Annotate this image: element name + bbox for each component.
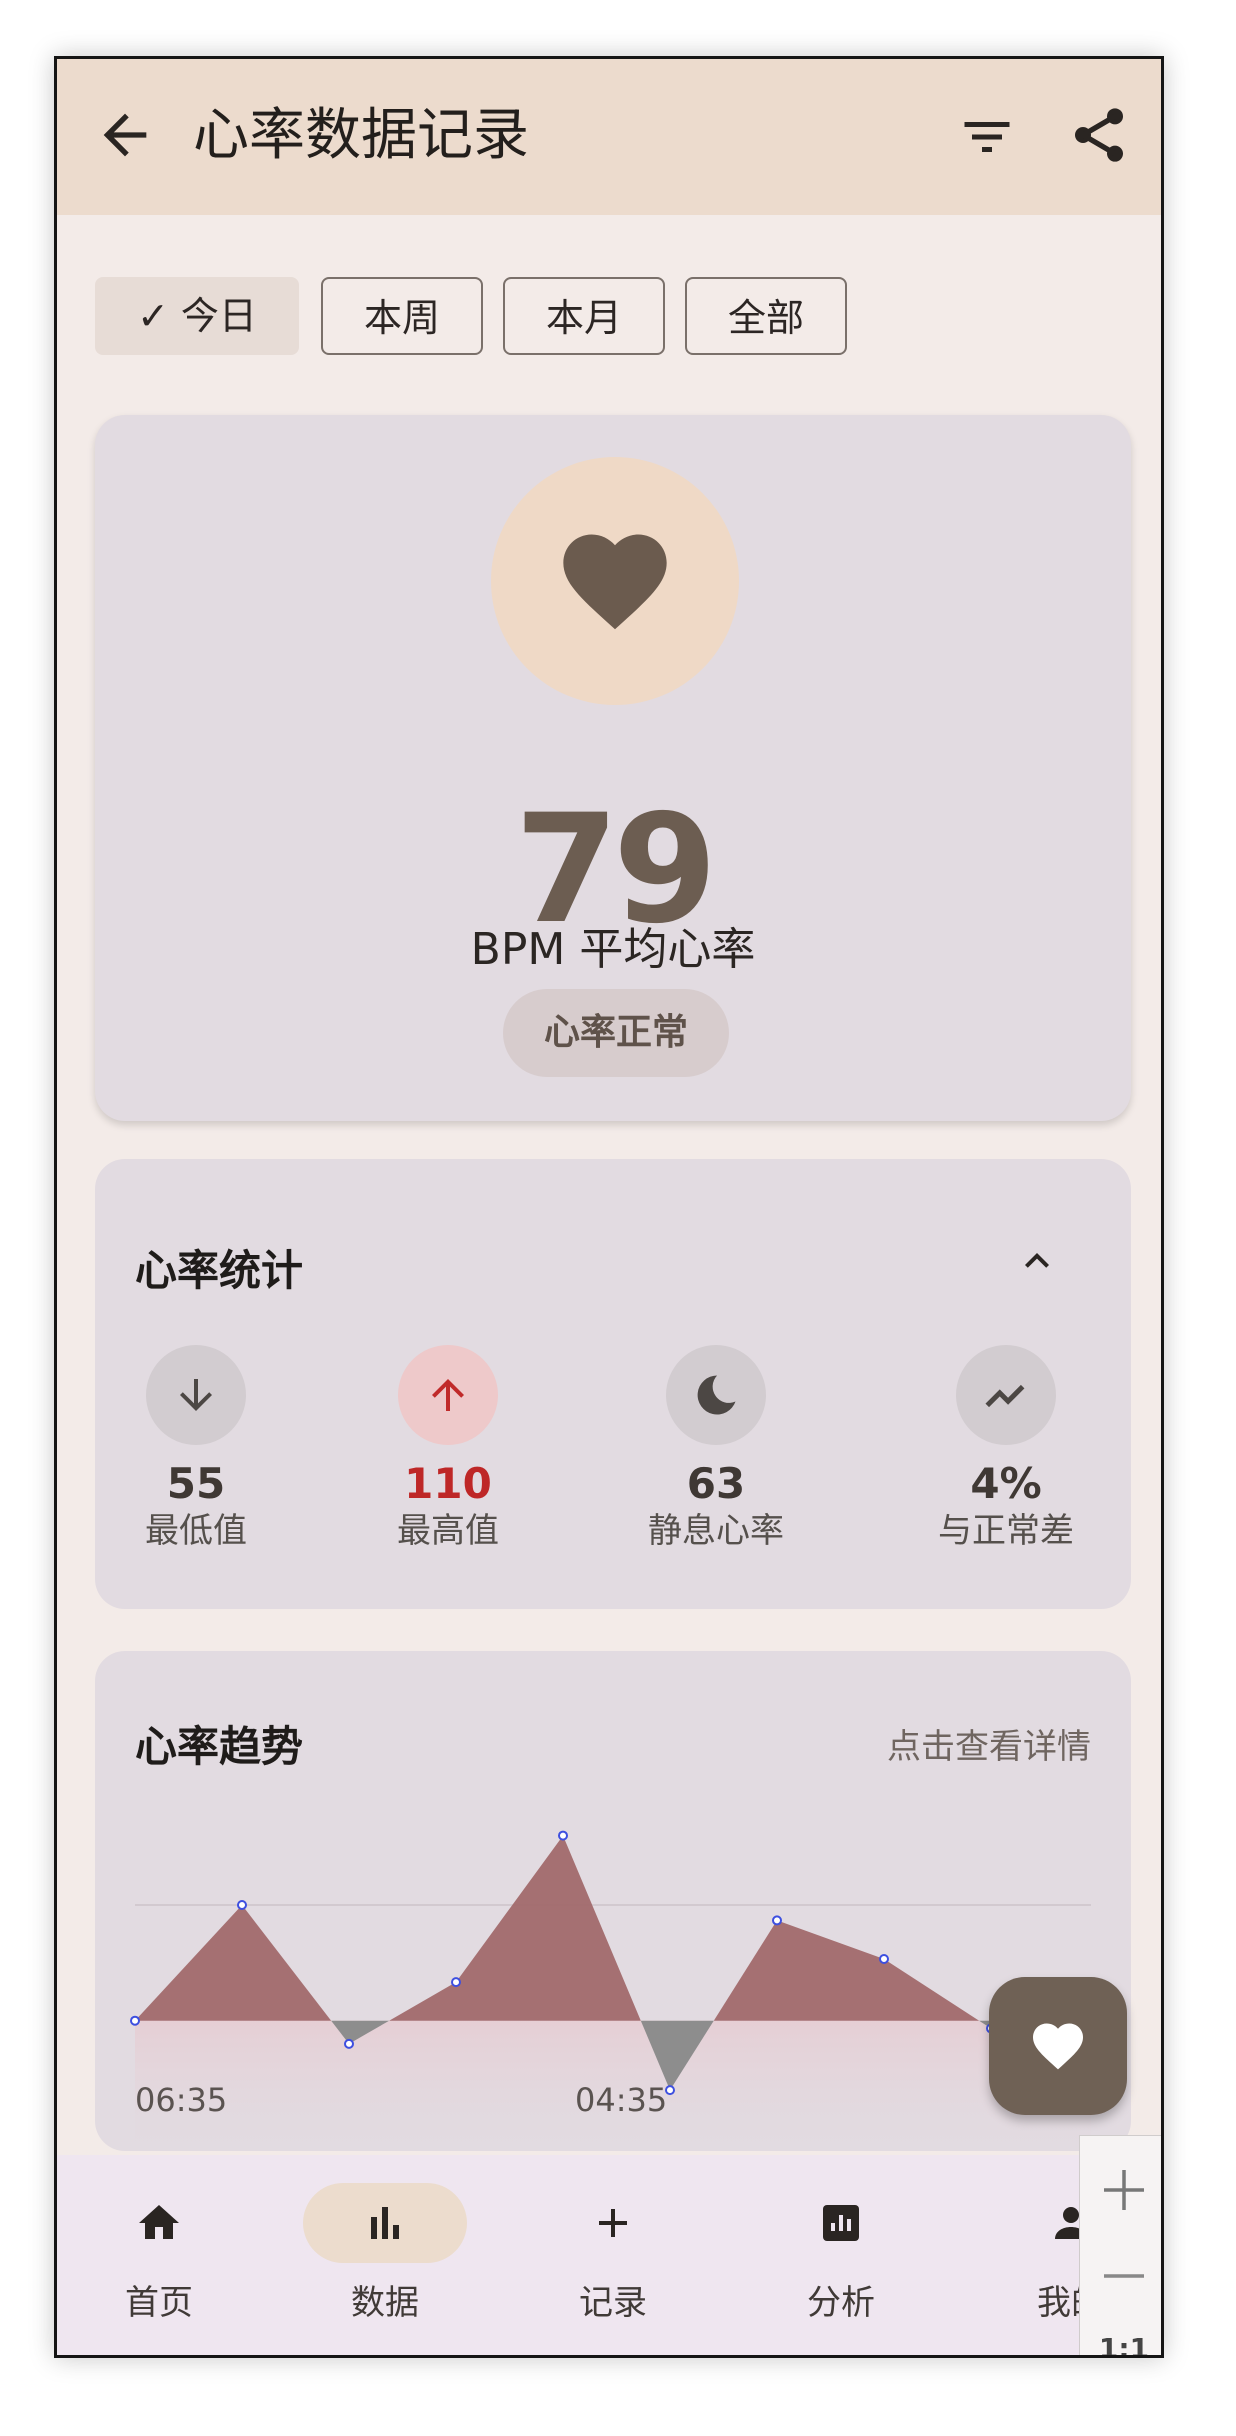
stats-title: 心率统计 xyxy=(135,1246,304,1295)
status-badge: 心率正常 xyxy=(503,989,729,1077)
moon-icon xyxy=(666,1345,766,1445)
area-above-0 xyxy=(135,1905,332,2021)
heart-rate-stats-card: 心率统计 55 最低值 110 最高值 63 静息心率 4% 与正常差 xyxy=(95,1159,1131,1609)
x-tick-label-1: 04:35 xyxy=(575,2081,667,2119)
app-screen: 心率数据记录 ✓ 今日 本周 本月 全部 79 BPM 平均心率 心率正常 心率… xyxy=(54,56,1164,2358)
stat-max-label: 最高值 xyxy=(397,1511,499,1551)
trend-chart[interactable]: 06:35 04:35 xyxy=(95,1651,1131,2151)
nav-data-label: 数据 xyxy=(351,2283,419,2323)
nav-analysis-label: 分析 xyxy=(807,2283,875,2323)
zoom-control: 1:1 xyxy=(1079,2135,1161,2358)
chevron-up-icon[interactable] xyxy=(1013,1237,1061,1285)
stat-deviation-value: 4% xyxy=(970,1459,1042,1508)
zoom-in-icon[interactable] xyxy=(1094,2160,1154,2220)
zoom-out-icon[interactable] xyxy=(1094,2246,1154,2306)
average-heart-rate-card: 79 BPM 平均心率 心率正常 xyxy=(95,415,1131,1121)
page-title: 心率数据记录 xyxy=(193,103,529,168)
plus-icon xyxy=(599,2209,627,2237)
bottom-navigation: 首页 数据 记录 分析 我的 xyxy=(57,2155,1161,2355)
arrow-down-icon xyxy=(146,1345,246,1445)
nav-record[interactable]: 记录 xyxy=(523,2183,703,2324)
stat-resting-label: 静息心率 xyxy=(648,1511,784,1551)
chip-this-week[interactable]: 本周 xyxy=(321,277,483,355)
analytics-icon xyxy=(823,2205,859,2241)
nav-record-label: 记录 xyxy=(579,2283,647,2323)
x-tick-label-0: 06:35 xyxy=(135,2081,227,2119)
chip-today[interactable]: ✓ 今日 xyxy=(95,277,299,355)
zoom-ratio: 1:1 xyxy=(1098,2332,1150,2358)
heart-icon xyxy=(1033,2023,1083,2070)
stat-max: 110 最高值 xyxy=(343,1345,553,1553)
share-icon[interactable] xyxy=(1067,103,1131,167)
data-point-1[interactable] xyxy=(237,1900,247,1910)
data-point-4[interactable] xyxy=(558,1830,568,1841)
stat-max-value: 110 xyxy=(404,1459,492,1508)
data-point-3[interactable] xyxy=(451,1977,461,1988)
bar-chart-icon xyxy=(371,2207,399,2239)
add-heart-rate-fab[interactable] xyxy=(989,1977,1127,2115)
chip-this-month[interactable]: 本月 xyxy=(503,277,665,355)
heart-icon-badge xyxy=(491,457,739,705)
stat-min: 55 最低值 xyxy=(91,1345,301,1553)
filter-icon[interactable] xyxy=(957,107,1017,167)
arrow-up-icon xyxy=(398,1345,498,1445)
stat-deviation-label: 与正常差 xyxy=(938,1511,1074,1551)
home-icon xyxy=(139,2205,179,2239)
average-bpm-label: BPM 平均心率 xyxy=(470,924,756,975)
data-point-6[interactable] xyxy=(772,1915,782,1926)
data-point-2[interactable] xyxy=(344,2038,354,2049)
area-above-2 xyxy=(389,1835,641,2021)
nav-home-label: 首页 xyxy=(125,2283,193,2323)
stat-deviation: 4% 与正常差 xyxy=(901,1345,1111,1553)
check-icon: ✓ xyxy=(137,294,169,338)
data-point-0[interactable] xyxy=(130,2015,140,2026)
data-point-7[interactable] xyxy=(879,1954,889,1964)
heart-icon xyxy=(563,534,667,630)
nav-data[interactable]: 数据 xyxy=(295,2183,475,2324)
top-app-bar: 心率数据记录 xyxy=(57,59,1161,215)
area-above-4 xyxy=(713,1920,980,2021)
arrow-left-icon[interactable] xyxy=(93,103,157,167)
chip-all[interactable]: 全部 xyxy=(685,277,847,355)
stat-min-value: 55 xyxy=(166,1459,226,1508)
nav-analysis[interactable]: 分析 xyxy=(751,2183,931,2324)
stat-min-label: 最低值 xyxy=(145,1511,247,1551)
stat-resting-value: 63 xyxy=(686,1459,746,1508)
trending-icon xyxy=(956,1345,1056,1445)
stat-resting: 63 静息心率 xyxy=(611,1345,821,1553)
nav-home[interactable]: 首页 xyxy=(69,2183,249,2324)
heart-rate-trend-card[interactable]: 心率趋势 点击查看详情 06:35 04:35 xyxy=(95,1651,1131,2151)
